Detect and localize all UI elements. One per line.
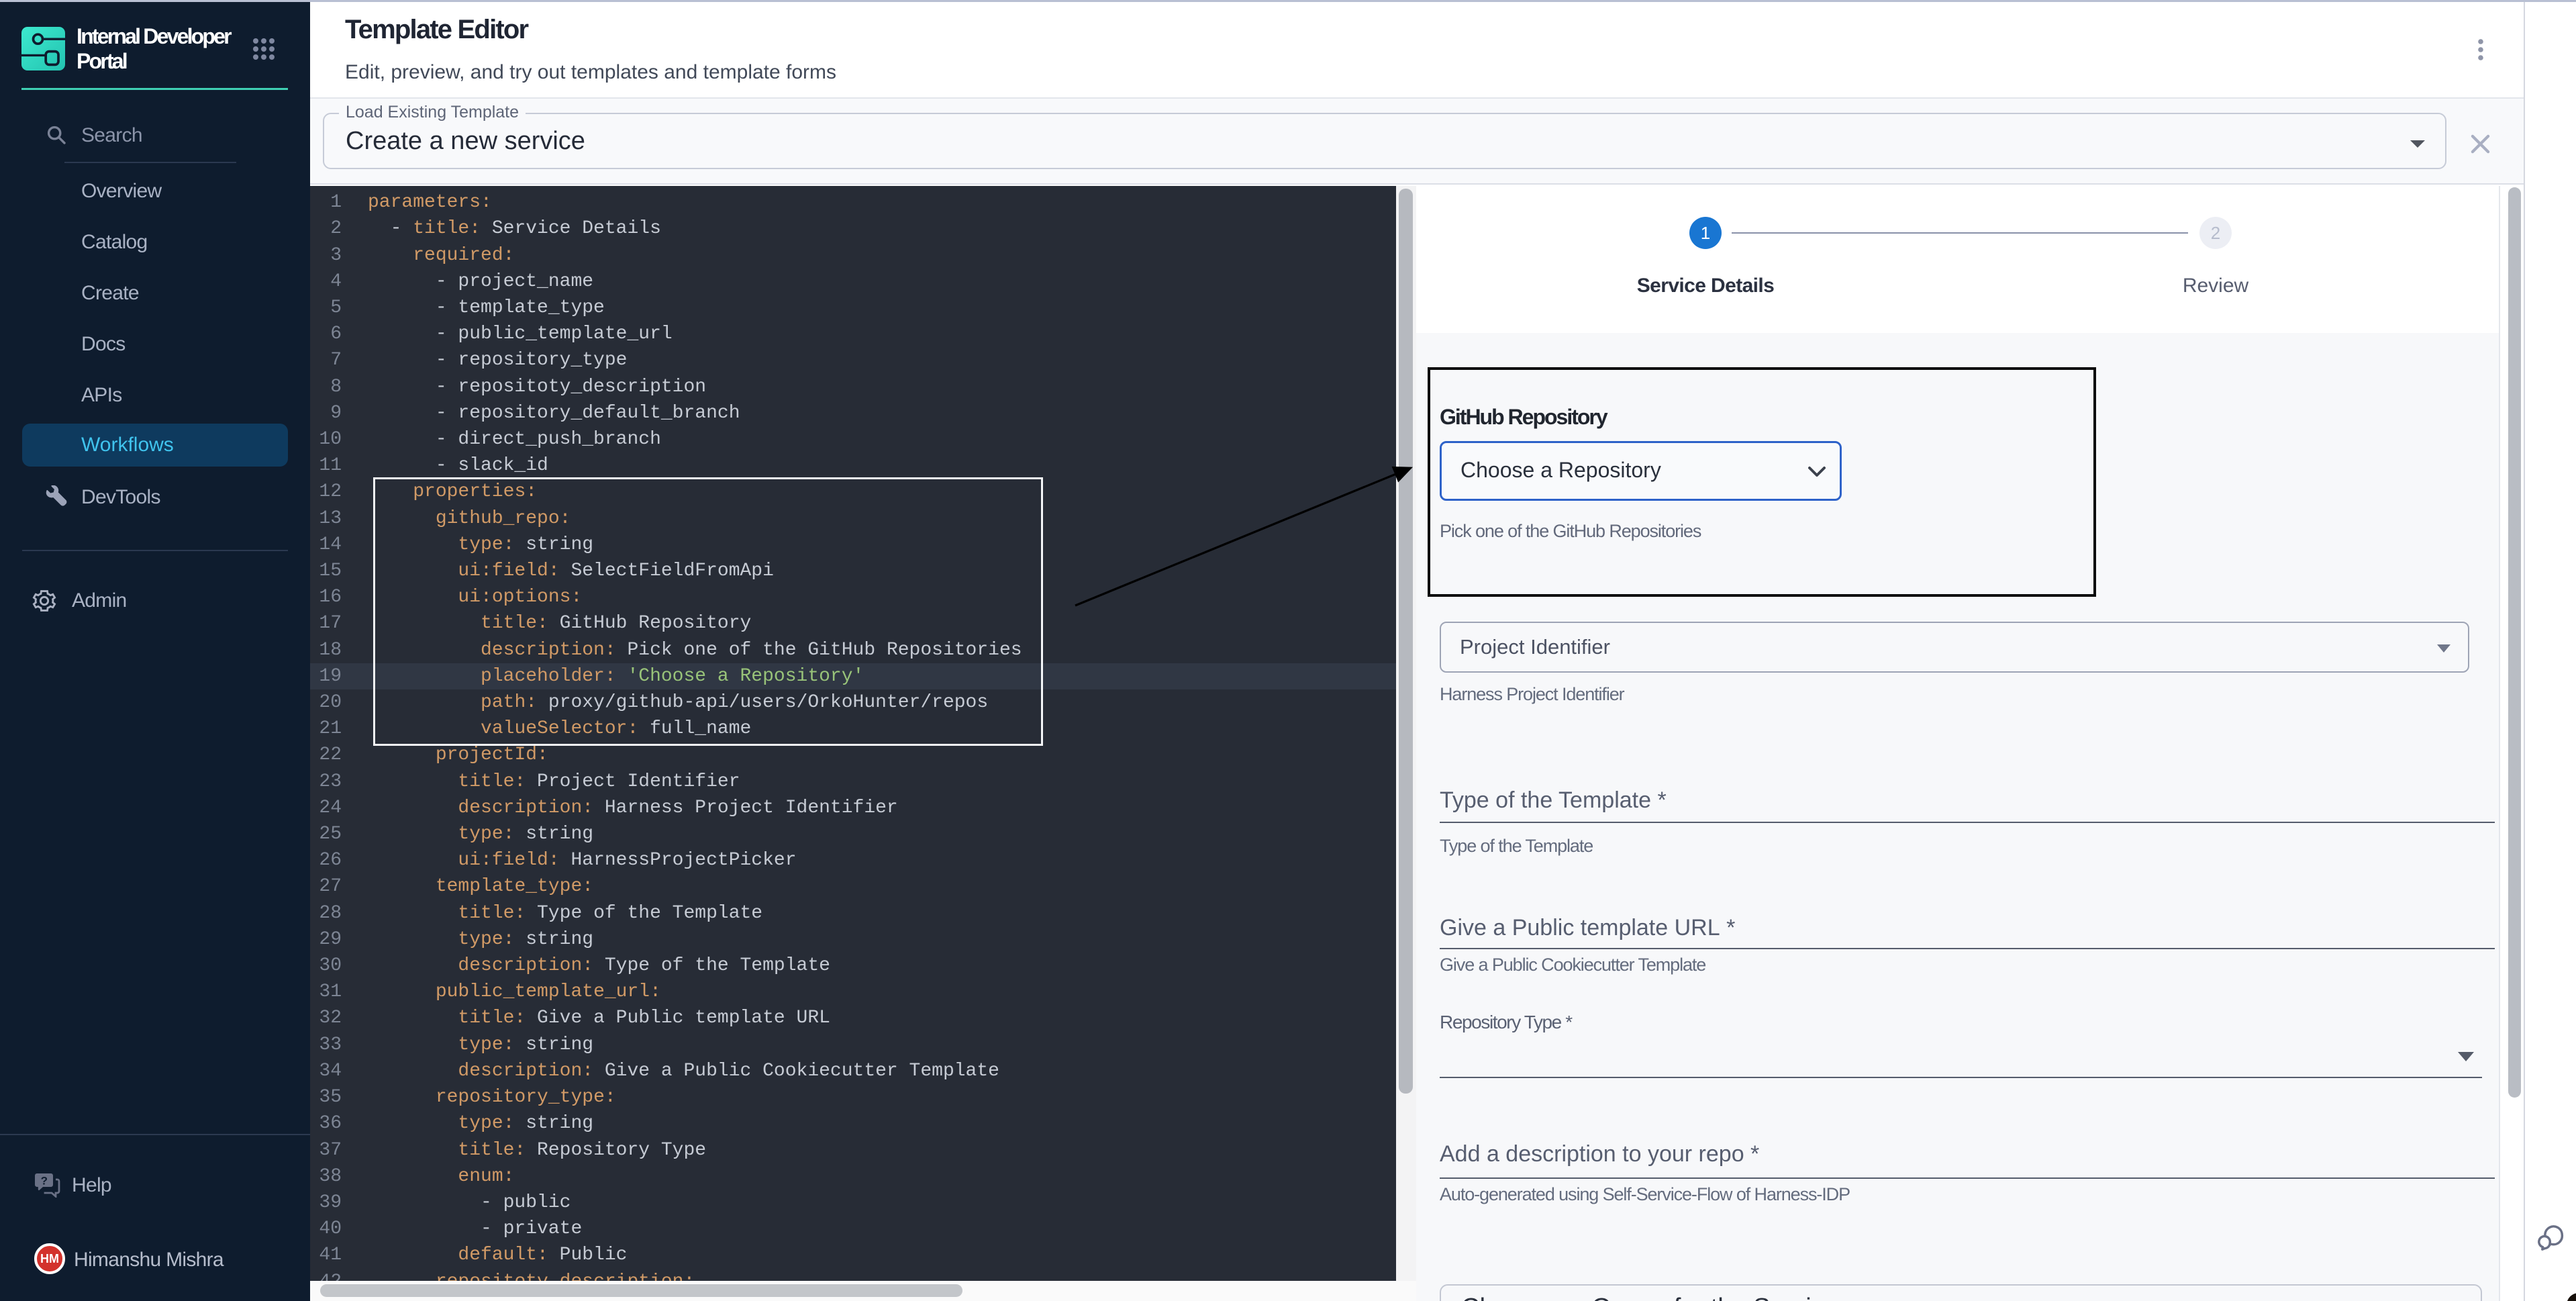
svg-text:?: ?: [41, 1174, 48, 1187]
